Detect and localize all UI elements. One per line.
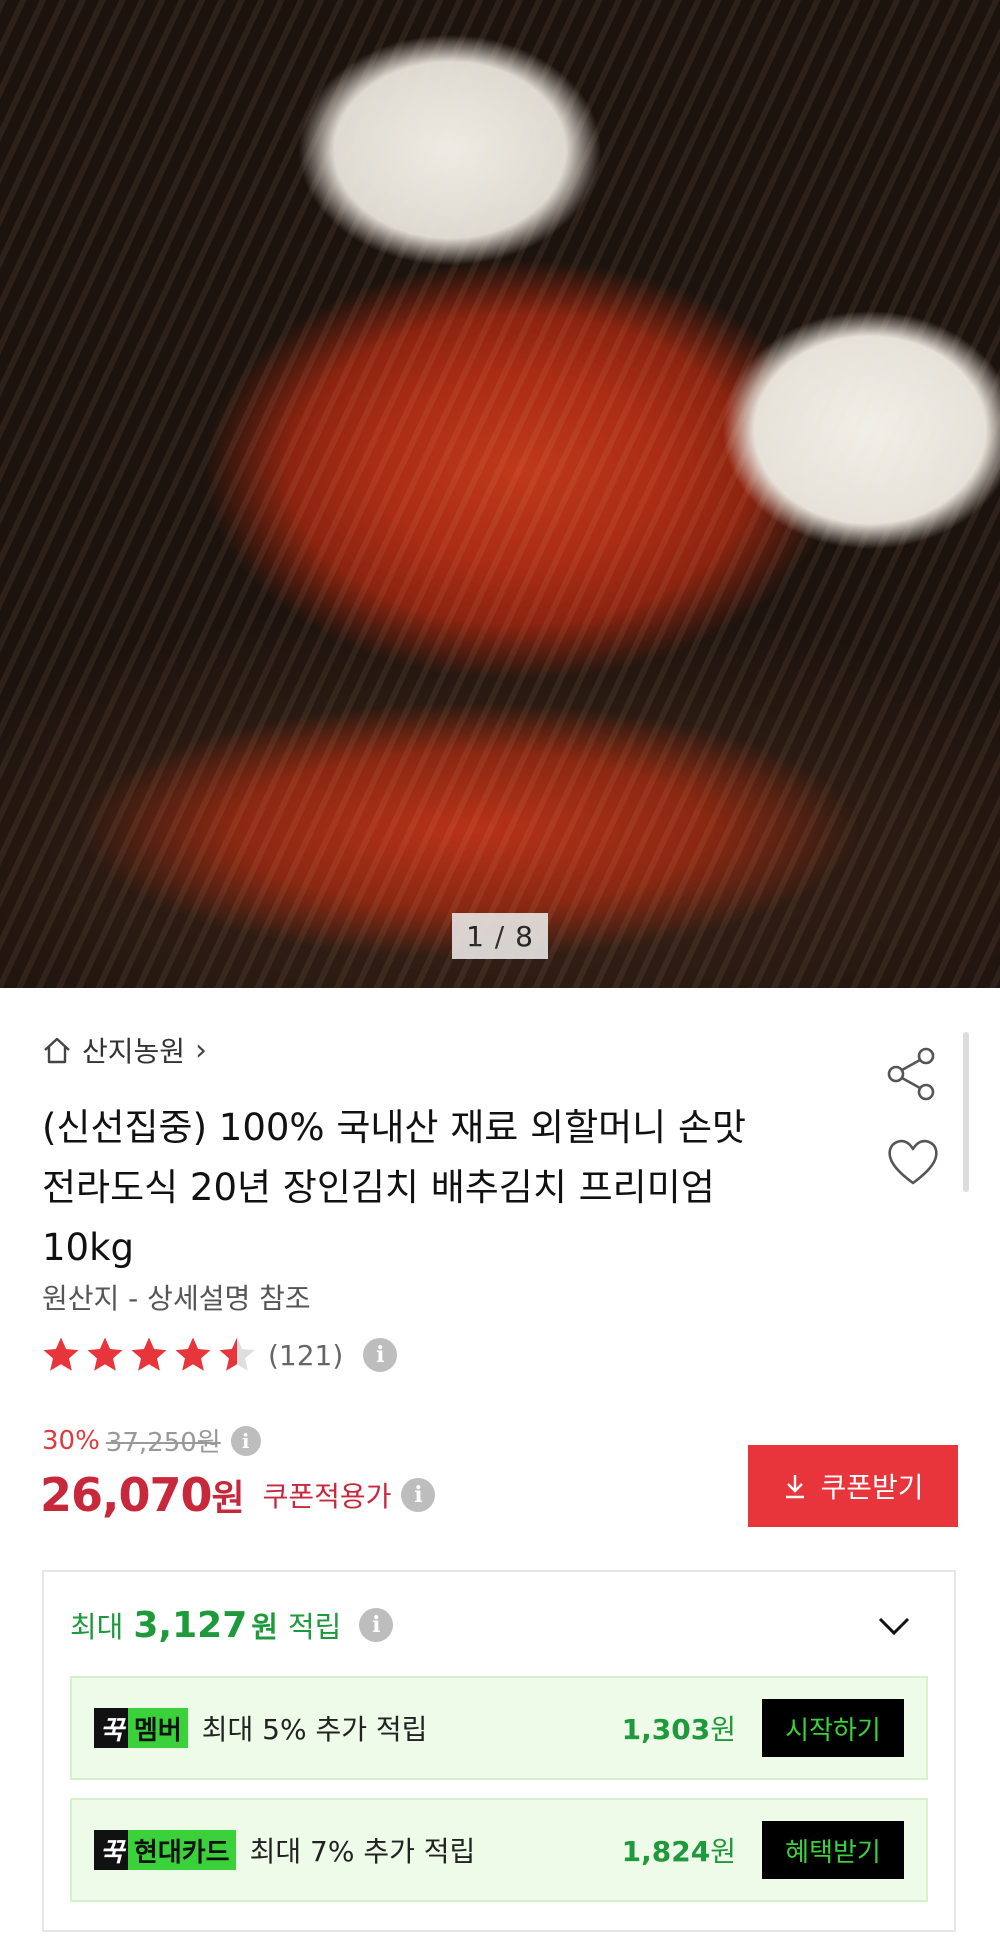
get-coupon-button[interactable]: 쿠폰받기 bbox=[748, 1445, 958, 1527]
image-pager: 1 / 8 bbox=[452, 913, 548, 959]
points-panel: 최대 3,127 원 적립 i 꾹 멤버 최대 5% 추가 적립 1,303원 … bbox=[42, 1570, 956, 1932]
scrollbar[interactable] bbox=[963, 1032, 969, 1192]
review-count[interactable]: (121) bbox=[268, 1339, 343, 1372]
points-row-hyundai-card: 꾹 현대카드 최대 7% 추가 적립 1,824원 혜택받기 bbox=[70, 1798, 928, 1902]
price-current-row: 26,070 원 쿠폰적용가 i bbox=[40, 1462, 436, 1528]
points-amount: 3,127 bbox=[133, 1604, 248, 1646]
info-icon[interactable]: i bbox=[363, 1338, 398, 1372]
heart-icon[interactable] bbox=[884, 1133, 942, 1191]
row-description: 최대 5% 추가 적립 bbox=[201, 1713, 428, 1746]
home-icon bbox=[44, 1037, 70, 1064]
current-price: 26,070 bbox=[40, 1468, 213, 1522]
original-price: 37,250원 bbox=[105, 1428, 221, 1458]
row-amount: 1,824원 bbox=[621, 1835, 736, 1868]
points-unit: 원 bbox=[251, 1610, 278, 1644]
star-icon bbox=[87, 1337, 123, 1371]
badge-name: 현대카드 bbox=[127, 1830, 236, 1870]
badge-mark: 꾹 bbox=[94, 1708, 128, 1748]
points-suffix: 적립 bbox=[287, 1610, 342, 1644]
start-button[interactable]: 시작하기 bbox=[762, 1699, 904, 1757]
member-badge: 꾹 멤버 bbox=[94, 1708, 188, 1748]
points-prefix: 최대 bbox=[70, 1610, 124, 1644]
get-coupon-label: 쿠폰받기 bbox=[820, 1471, 924, 1504]
badge-name: 멤버 bbox=[127, 1708, 188, 1748]
rating[interactable]: (121) i bbox=[40, 1330, 398, 1380]
store-name: 산지농원 bbox=[82, 1035, 186, 1068]
info-icon[interactable]: i bbox=[359, 1608, 394, 1642]
info-icon[interactable]: i bbox=[401, 1478, 436, 1512]
price-original-row: 30% 37,250원 i bbox=[42, 1422, 261, 1459]
currency-unit: 원 bbox=[211, 1478, 245, 1519]
chevron-right-icon: › bbox=[195, 1032, 208, 1068]
discount-rate: 30% bbox=[42, 1425, 100, 1456]
product-title: (신선집중) 100% 국내산 재료 외할머니 손맛 전라도식 20년 장인김치… bbox=[42, 1106, 747, 1269]
chevron-down-icon[interactable] bbox=[874, 1610, 914, 1642]
info-icon[interactable]: i bbox=[230, 1425, 261, 1456]
product-image[interactable]: 1 / 8 bbox=[0, 0, 1000, 988]
get-benefit-button[interactable]: 혜택받기 bbox=[762, 1821, 904, 1879]
download-icon bbox=[786, 1475, 805, 1499]
store-link[interactable]: 산지농원 › bbox=[42, 1030, 207, 1070]
star-icon bbox=[43, 1337, 79, 1371]
points-row-member: 꾹 멤버 최대 5% 추가 적립 1,303원 시작하기 bbox=[70, 1676, 928, 1780]
points-header[interactable]: 최대 3,127 원 적립 i bbox=[70, 1596, 394, 1654]
hyundai-card-badge: 꾹 현대카드 bbox=[94, 1830, 236, 1870]
share-icon[interactable] bbox=[882, 1044, 942, 1104]
star-icon bbox=[131, 1337, 167, 1371]
badge-mark: 꾹 bbox=[94, 1830, 128, 1870]
half-star-icon bbox=[219, 1337, 255, 1371]
row-description: 최대 7% 추가 적립 bbox=[249, 1835, 476, 1868]
origin-text: 원산지 - 상세설명 참조 bbox=[42, 1282, 311, 1315]
star-icon bbox=[175, 1337, 211, 1371]
row-amount: 1,303원 bbox=[621, 1713, 736, 1746]
star-rating bbox=[40, 1334, 258, 1376]
coupon-price-label: 쿠폰적용가 bbox=[262, 1480, 392, 1513]
